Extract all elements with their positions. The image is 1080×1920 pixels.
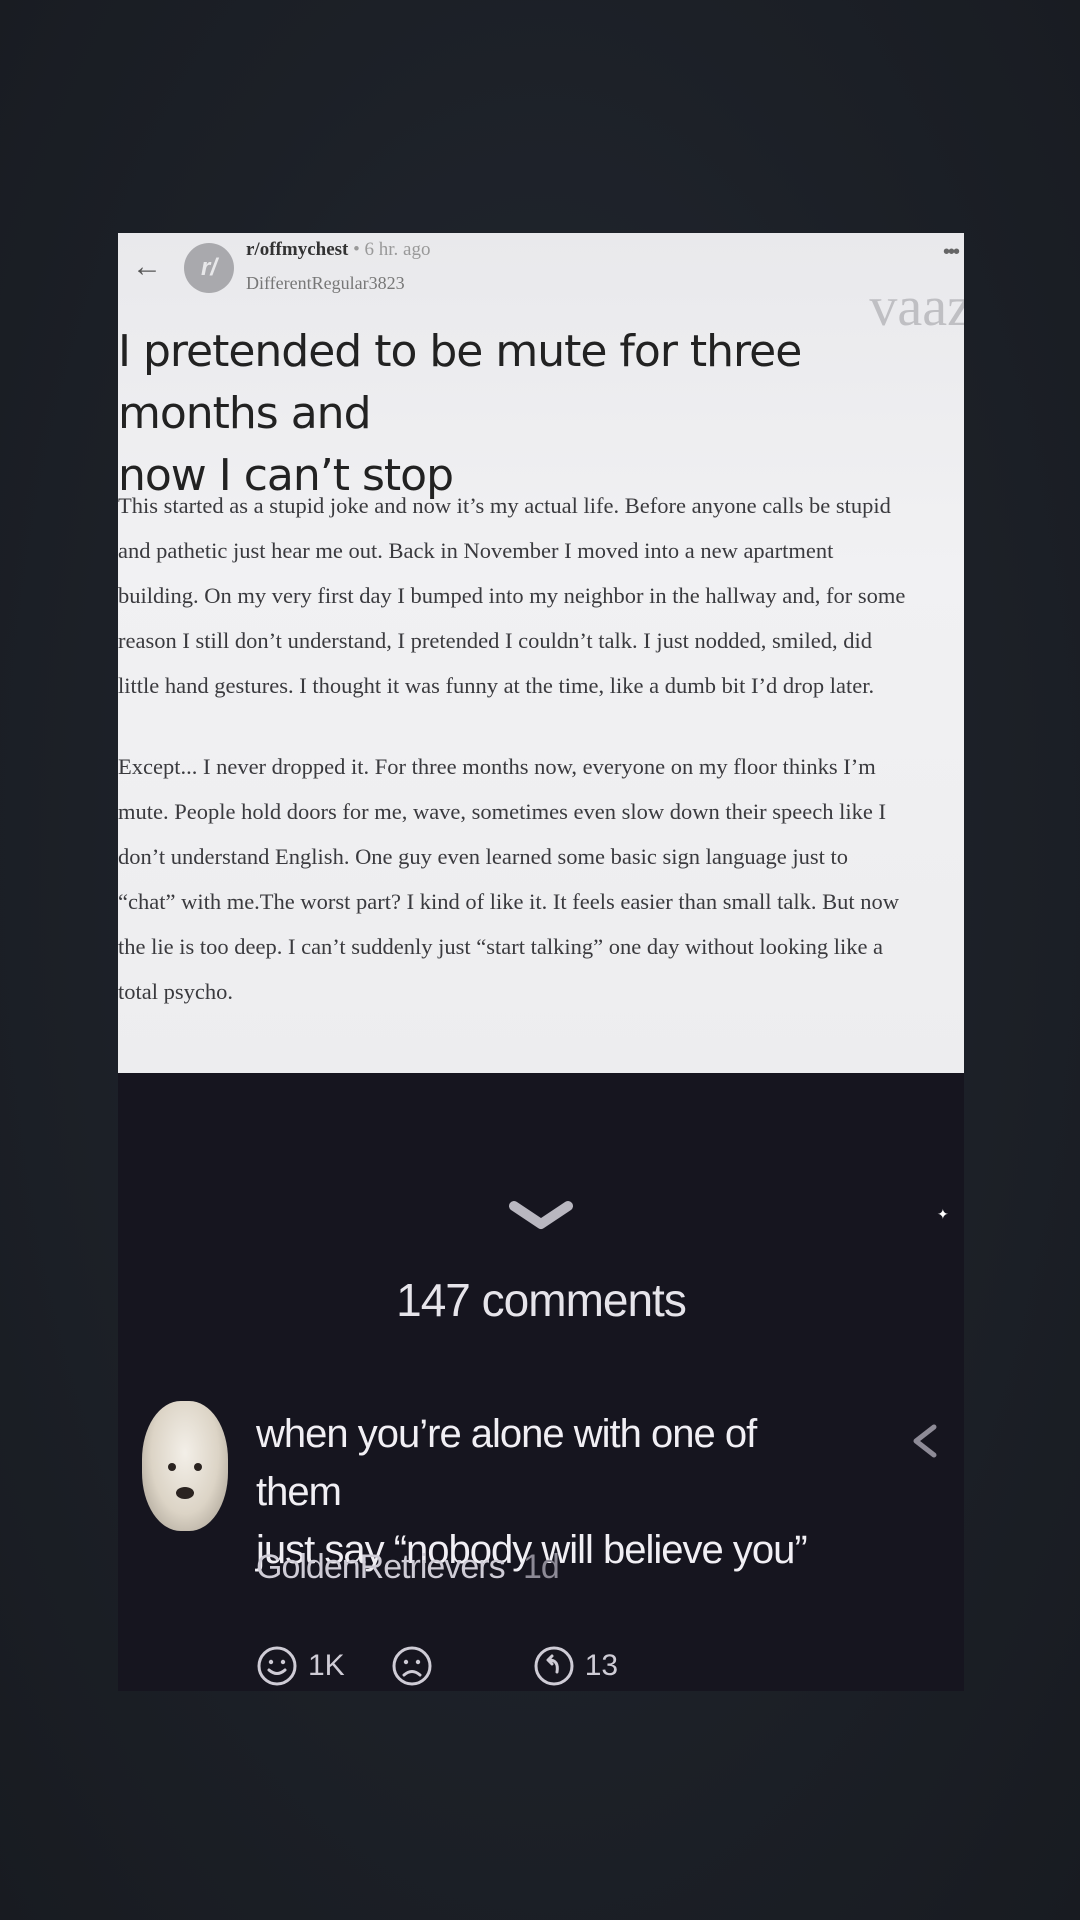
comments-section: ✦ 147 comments when you’re alone with on… — [118, 1073, 964, 1691]
subreddit-name[interactable]: r/offmychest — [246, 239, 348, 260]
body-line: reason I still don’t understand, I prete… — [118, 628, 873, 653]
body-line: building. On my very first day I bumped … — [118, 583, 906, 608]
post-author[interactable]: DifferentRegular3823 — [246, 273, 405, 294]
subreddit-line: r/offmychest • 6 hr. ago — [246, 239, 430, 261]
reply-icon[interactable] — [533, 1645, 575, 1687]
body-line: This started as a stupid joke and now it… — [118, 493, 891, 518]
sparkle-icon: ✦ — [937, 1206, 949, 1222]
comment-author[interactable]: GoldenRetrievers — [256, 1548, 506, 1586]
chevron-down-icon[interactable] — [506, 1198, 576, 1234]
post-card: ← r/ r/offmychest • 6 hr. ago DifferentR… — [118, 233, 964, 1073]
page-background: ← r/ r/offmychest • 6 hr. ago DifferentR… — [0, 0, 1080, 1920]
avatar-nose — [176, 1487, 194, 1499]
like-count: 1K — [308, 1649, 345, 1682]
avatar-eye — [194, 1463, 202, 1471]
body-line: and pathetic just hear me out. Back in N… — [118, 538, 834, 563]
post-body: This started as a stupid joke and now it… — [118, 483, 964, 1050]
body-line: total psycho. — [118, 979, 233, 1004]
comment-text-line: when you’re alone with one of them — [256, 1412, 757, 1514]
comment-count: 147 comments — [396, 1274, 687, 1326]
body-line: don’t understand English. One guy even l… — [118, 844, 849, 869]
post-title-line: I pretended to be mute for three months … — [118, 326, 802, 439]
avatar[interactable] — [142, 1401, 228, 1531]
post-paragraph: Except... I never dropped it. For three … — [118, 744, 964, 1014]
reply-count: 13 — [584, 1649, 619, 1682]
frown-icon[interactable] — [391, 1645, 433, 1687]
body-line: mute. People hold doors for me, wave, so… — [118, 799, 886, 824]
post-title: I pretended to be mute for three months … — [118, 321, 948, 507]
body-line: the lie is too deep. I can’t suddenly ju… — [118, 934, 884, 959]
smile-icon[interactable] — [256, 1645, 298, 1687]
screenshot-frame: ← r/ r/offmychest • 6 hr. ago DifferentR… — [118, 233, 964, 1691]
avatar-eye — [168, 1463, 176, 1471]
body-line: Except... I never dropped it. For three … — [118, 754, 876, 779]
comment-age: 1d — [523, 1548, 560, 1586]
back-arrow-icon[interactable]: ← — [132, 251, 164, 283]
more-dots-icon[interactable]: ••• — [943, 241, 960, 264]
share-icon[interactable] — [908, 1421, 940, 1461]
body-line: little hand gestures. I thought it was f… — [118, 673, 875, 698]
subreddit-avatar[interactable]: r/ — [184, 243, 234, 293]
post-time: • 6 hr. ago — [353, 239, 431, 260]
body-line: “chat” with me.The worst part? I kind of… — [118, 889, 900, 914]
comment-meta: GoldenRetrievers 1d — [256, 1548, 560, 1587]
post-paragraph: This started as a stupid joke and now it… — [118, 483, 964, 708]
comment-actions: 1K 13 — [256, 1641, 664, 1691]
